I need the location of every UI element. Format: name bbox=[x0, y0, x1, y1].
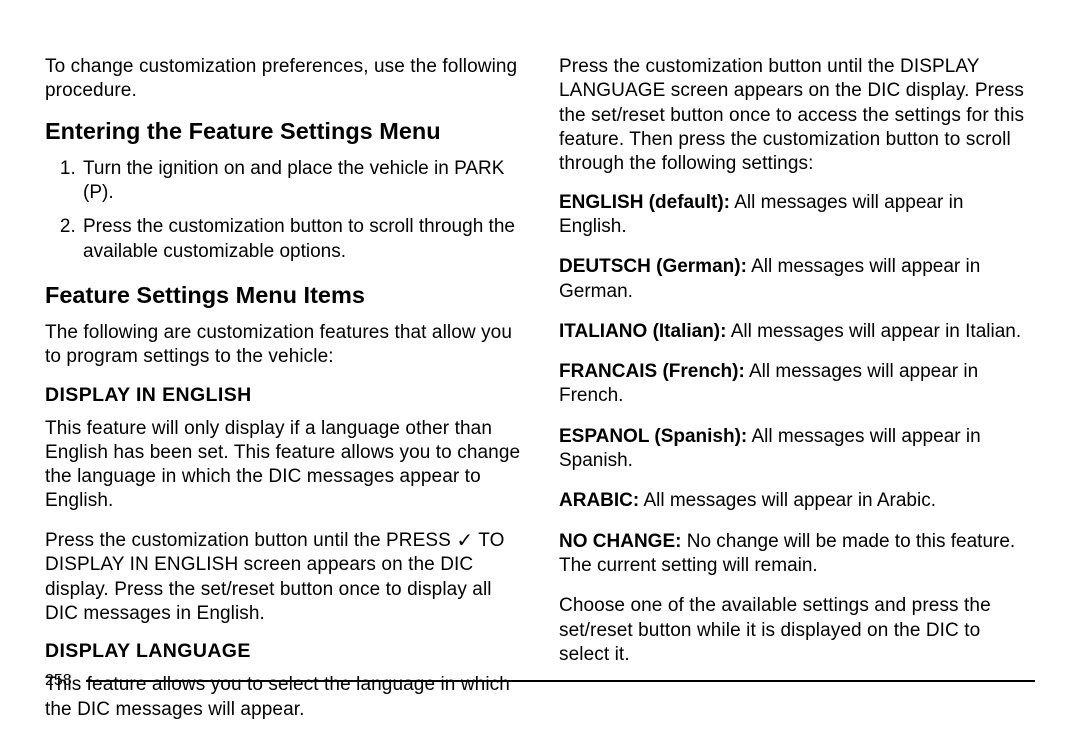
page-footer: 258 bbox=[45, 672, 1035, 690]
manual-page: To change customization preferences, use… bbox=[0, 0, 1080, 720]
steps-list: Turn the ignition on and place the vehic… bbox=[45, 157, 521, 264]
language-option-italiano: ITALIANO (Italian): All messages will ap… bbox=[559, 320, 1035, 344]
language-option-arabic: ARABIC: All messages will appear in Arab… bbox=[559, 489, 1035, 513]
right-column: Press the customization button until the… bbox=[559, 55, 1035, 736]
option-label: ITALIANO (Italian): bbox=[559, 321, 726, 342]
language-option-english: ENGLISH (default): All messages will app… bbox=[559, 191, 1035, 240]
display-in-english-desc: This feature will only display if a lang… bbox=[45, 417, 521, 514]
intro-paragraph: To change customization preferences, use… bbox=[45, 55, 521, 104]
feature-items-intro: The following are customization features… bbox=[45, 321, 521, 370]
option-label: FRANCAIS (French): bbox=[559, 361, 745, 382]
closing-instruction: Choose one of the available settings and… bbox=[559, 594, 1035, 667]
option-label: DEUTSCH (German): bbox=[559, 256, 747, 277]
option-label: ARABIC: bbox=[559, 490, 639, 511]
option-label: ENGLISH (default): bbox=[559, 192, 730, 213]
check-icon: ✓ bbox=[456, 529, 473, 555]
subheading-display-language: DISPLAY LANGUAGE bbox=[45, 640, 521, 663]
language-option-francais: FRANCAIS (French): All messages will app… bbox=[559, 360, 1035, 409]
heading-entering-feature-settings: Entering the Feature Settings Menu bbox=[45, 118, 521, 145]
display-in-english-instruction: Press the customization button until the… bbox=[45, 528, 521, 627]
two-column-layout: To change customization preferences, use… bbox=[45, 55, 1035, 736]
language-option-espanol: ESPANOL (Spanish): All messages will app… bbox=[559, 425, 1035, 474]
option-label: ESPANOL (Spanish): bbox=[559, 426, 747, 447]
display-language-instruction: Press the customization button until the… bbox=[559, 55, 1035, 177]
page-number: 258 bbox=[45, 672, 72, 690]
language-option-no-change: NO CHANGE: No change will be made to thi… bbox=[559, 530, 1035, 579]
left-column: To change customization preferences, use… bbox=[45, 55, 521, 736]
option-text: All messages will appear in Italian. bbox=[726, 321, 1021, 342]
step-item: Press the customization button to scroll… bbox=[81, 215, 521, 264]
footer-rule bbox=[86, 680, 1035, 682]
option-label: NO CHANGE: bbox=[559, 531, 681, 552]
option-text: All messages will appear in Arabic. bbox=[639, 490, 936, 511]
language-option-deutsch: DEUTSCH (German): All messages will appe… bbox=[559, 255, 1035, 304]
heading-feature-settings-menu-items: Feature Settings Menu Items bbox=[45, 282, 521, 309]
instruction-pre: Press the customization button until the… bbox=[45, 530, 456, 551]
step-item: Turn the ignition on and place the vehic… bbox=[81, 157, 521, 206]
subheading-display-in-english: DISPLAY IN ENGLISH bbox=[45, 384, 521, 407]
